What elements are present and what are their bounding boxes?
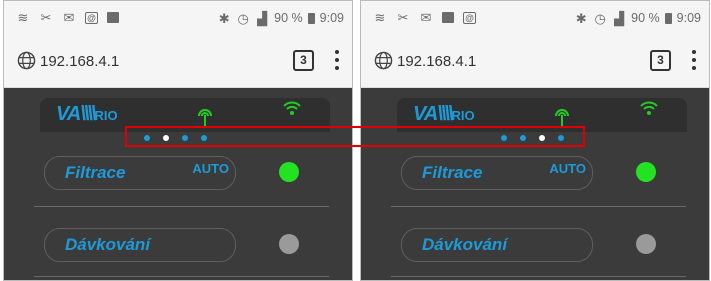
status-bar: ≋ ✂ ✉ @ ✱ ◷ ▟ 90 % 9:09: [361, 1, 709, 37]
vario-logo: VA\\\\RIO: [56, 103, 118, 125]
scissors-icon: ✂: [40, 10, 52, 25]
row-label: Dávkování: [65, 235, 151, 254]
status-led: [279, 162, 299, 182]
divider: [34, 276, 329, 277]
menu-icon[interactable]: [691, 50, 697, 70]
row-label: Filtrace: [422, 163, 483, 182]
divider: [391, 276, 686, 277]
at-icon: @: [463, 11, 476, 24]
filtrace-row[interactable]: Filtrace AUTO: [401, 156, 593, 190]
image-icon: [442, 12, 454, 23]
signal-icon: ▟: [614, 10, 625, 26]
battery-icon: [664, 12, 672, 24]
bluetooth-icon: ✱: [218, 10, 230, 26]
mail-icon: ✉: [420, 10, 432, 25]
status-led: [279, 234, 299, 254]
url-text[interactable]: 192.168.4.1: [397, 53, 476, 70]
highlight-annotation: [125, 126, 585, 147]
tabs-button[interactable]: 3: [293, 50, 314, 71]
image-icon: [107, 12, 119, 23]
app-content: VA\\\\RIO Filtrace AUTO Dávkování: [4, 88, 352, 280]
filtrace-row[interactable]: Filtrace AUTO: [44, 156, 236, 190]
address-bar[interactable]: 192.168.4.1 3: [361, 37, 709, 88]
wifi-icon: [283, 101, 301, 115]
davkovani-row[interactable]: Dávkování: [44, 228, 236, 262]
battery-icon: [307, 12, 315, 24]
mail-icon: ✉: [63, 10, 75, 25]
app-content: VA\\\\RIO Filtrace AUTO Dávkování: [361, 88, 709, 280]
menu-icon[interactable]: [334, 50, 340, 70]
status-led: [636, 234, 656, 254]
tabs-button[interactable]: 3: [650, 50, 671, 71]
vario-logo: VA\\\\RIO: [413, 103, 475, 125]
status-bar: ≋ ✂ ✉ @ ✱ ◷ ▟ 90 % 9:09: [4, 1, 352, 37]
antenna-icon: [555, 109, 569, 127]
alarm-icon: ◷: [237, 10, 249, 26]
davkovani-row[interactable]: Dávkování: [401, 228, 593, 262]
clock: 9:09: [319, 11, 344, 25]
row-label: Filtrace: [65, 163, 126, 182]
scissors-icon: ✂: [397, 10, 409, 25]
divider: [391, 206, 686, 207]
alarm-icon: ◷: [594, 10, 606, 26]
battery-percent: 90 %: [274, 11, 303, 25]
bluetooth-icon: ✱: [575, 10, 587, 26]
wifi-icon: [640, 101, 658, 115]
address-bar[interactable]: 192.168.4.1 3: [4, 37, 352, 88]
antenna-icon: [198, 109, 212, 127]
battery-percent: 90 %: [631, 11, 660, 25]
divider: [34, 206, 329, 207]
globe-icon: [17, 51, 36, 70]
wifi-muted-icon: ≋: [17, 10, 29, 25]
wifi-muted-icon: ≋: [374, 10, 386, 25]
status-led: [636, 162, 656, 182]
at-icon: @: [85, 11, 98, 24]
globe-icon: [374, 51, 393, 70]
clock: 9:09: [676, 11, 701, 25]
row-label: Dávkování: [422, 235, 508, 254]
mode-badge: AUTO: [549, 161, 586, 176]
signal-icon: ▟: [257, 10, 268, 26]
url-text[interactable]: 192.168.4.1: [40, 53, 119, 70]
mode-badge: AUTO: [192, 161, 229, 176]
